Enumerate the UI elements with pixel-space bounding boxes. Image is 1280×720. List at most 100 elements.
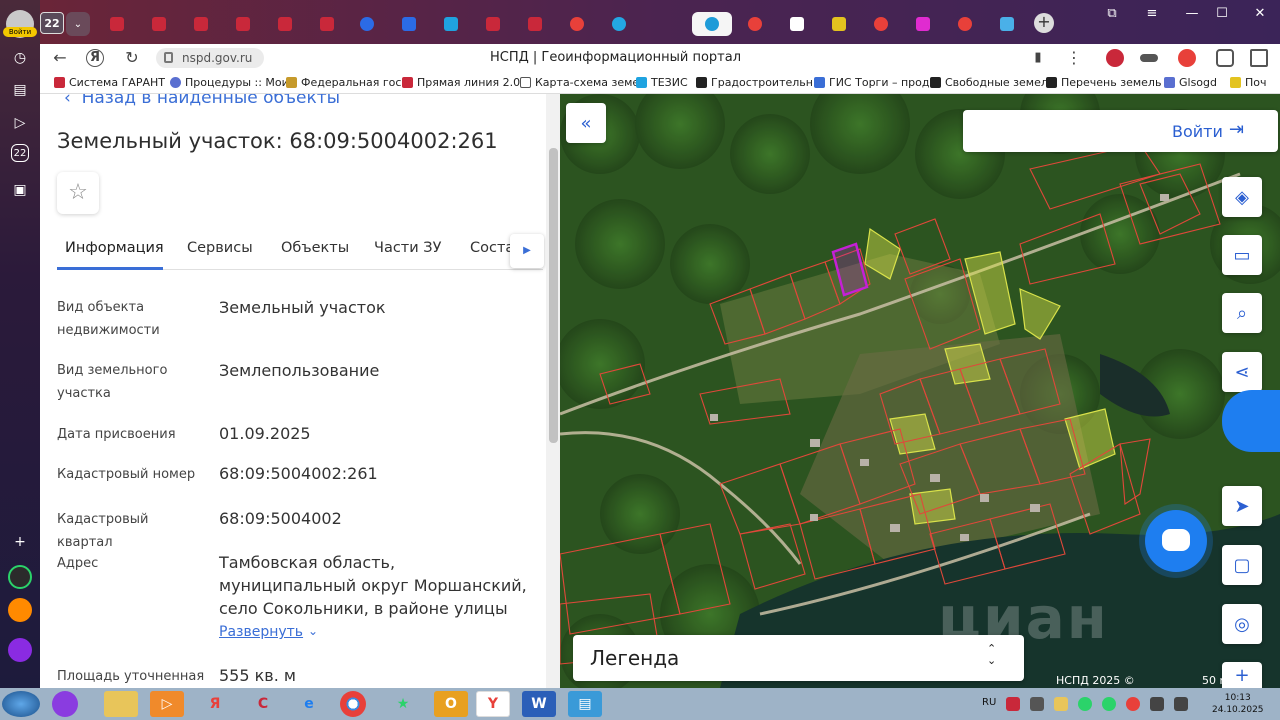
tab-map-1[interactable]: [604, 12, 634, 36]
tab-gov-2[interactable]: [144, 12, 174, 36]
taskbar-media-icon[interactable]: ▷: [150, 691, 184, 717]
tray-icon-1[interactable]: [1006, 697, 1020, 711]
tab-tezis[interactable]: [436, 12, 466, 36]
tray-icon-4[interactable]: [1078, 697, 1092, 711]
tray-icon-3[interactable]: [1054, 697, 1068, 711]
geolocation-icon[interactable]: ◎: [1222, 604, 1262, 644]
layers-icon[interactable]: ◈: [1222, 177, 1262, 217]
tab-count-badge[interactable]: 22: [40, 12, 64, 34]
tab-gov-3[interactable]: [186, 12, 216, 36]
tray-icon-2[interactable]: [1030, 697, 1044, 711]
bookmarks-window-icon[interactable]: ⧉: [1100, 6, 1124, 21]
yandex-logo-icon[interactable]: Я: [86, 49, 104, 67]
taskbar-app-doc-icon[interactable]: ▤: [568, 691, 602, 717]
play-icon[interactable]: ▷: [8, 111, 32, 135]
tab-gov-7[interactable]: [478, 12, 508, 36]
tab-composition[interactable]: Соста: [470, 240, 514, 256]
download-icon[interactable]: [1250, 49, 1268, 67]
expand-address-link[interactable]: Развернуть: [219, 624, 303, 640]
bookmark-item[interactable]: Glsogd: [1164, 76, 1217, 89]
bookmark-icon[interactable]: ▮: [1028, 48, 1048, 68]
bookmark-item[interactable]: Система ГАРАНТ: [54, 76, 165, 89]
tab-yandex-3[interactable]: [866, 12, 896, 36]
tab-gov-4[interactable]: [228, 12, 258, 36]
taskbar-explorer-icon[interactable]: [104, 691, 138, 717]
panel-scrollbar-thumb[interactable]: [549, 148, 558, 443]
bookmark-item[interactable]: Федеральная гос: [286, 76, 401, 89]
collapse-panel-icon[interactable]: «: [566, 103, 606, 143]
tab-nspd-active[interactable]: [692, 12, 732, 36]
tab-list-chevron-icon[interactable]: ⌄: [66, 12, 90, 36]
map-tool-tab[interactable]: [1222, 390, 1280, 452]
tab-parts[interactable]: Части ЗУ: [374, 240, 441, 256]
extension-1-icon[interactable]: [1106, 49, 1124, 67]
login-button[interactable]: Войти ⇥: [963, 110, 1278, 152]
search-area-icon[interactable]: ⌕: [1222, 293, 1262, 333]
new-tab-button[interactable]: +: [1034, 13, 1054, 33]
extension-2-icon[interactable]: [1140, 54, 1158, 62]
add-panel-icon[interactable]: +: [8, 530, 32, 554]
bookmark-item[interactable]: Перечень земель: [1046, 76, 1161, 89]
taskbar-yandex-browser-icon[interactable]: Y: [476, 691, 510, 717]
bookmark-item[interactable]: Карта-схема земе: [520, 76, 638, 89]
start-button[interactable]: [2, 691, 40, 717]
taskbar-word-icon[interactable]: W: [522, 691, 556, 717]
history-icon[interactable]: ◷: [8, 46, 32, 70]
bookmark-item[interactable]: Прямая линия 2.0: [402, 76, 520, 89]
tab-gradplan[interactable]: [782, 12, 812, 36]
bookmark-item[interactable]: Градостроительн: [696, 76, 813, 89]
language-indicator[interactable]: RU: [982, 697, 996, 708]
bookmark-item[interactable]: Свободные земел: [930, 76, 1048, 89]
favorite-star-icon[interactable]: ☆: [57, 172, 99, 214]
taskbar-outlook-icon[interactable]: O: [434, 691, 468, 717]
taskbar-app-c-icon[interactable]: C: [246, 691, 280, 717]
extensions-puzzle-icon[interactable]: [1216, 49, 1234, 67]
tab-gov-1[interactable]: [102, 12, 132, 36]
network-icon[interactable]: [1150, 697, 1164, 711]
alice-icon[interactable]: [8, 638, 32, 662]
back-to-results-link[interactable]: ‹ Назад в найденные объекты: [64, 94, 340, 108]
ruler-icon[interactable]: ▭: [1222, 235, 1262, 275]
tab-mail-1[interactable]: [352, 12, 382, 36]
tabs-scroll-right-icon[interactable]: ▶: [510, 234, 544, 268]
taskbar-app-star-icon[interactable]: ★: [386, 691, 420, 717]
system-clock[interactable]: 10:13 24.10.2025: [1212, 692, 1264, 716]
bookmark-item[interactable]: Процедуры :: Мои: [170, 76, 288, 89]
menu-icon[interactable]: ≡: [1140, 6, 1164, 21]
close-window-icon[interactable]: ✕: [1248, 6, 1272, 21]
tab-home[interactable]: [992, 12, 1022, 36]
tab-atlas[interactable]: [824, 12, 854, 36]
app-icon-green[interactable]: [8, 565, 32, 589]
minimize-icon[interactable]: —: [1180, 6, 1204, 21]
tray-icon-6[interactable]: [1126, 697, 1140, 711]
print-icon[interactable]: ▢: [1222, 545, 1262, 585]
volume-icon[interactable]: [1174, 697, 1188, 711]
tab-objects[interactable]: Объекты: [281, 240, 349, 256]
tab-yandex-1[interactable]: [562, 12, 592, 36]
tab-mail-2[interactable]: [394, 12, 424, 36]
tab-gov-5[interactable]: [270, 12, 300, 36]
reload-icon[interactable]: ↻: [122, 48, 142, 68]
tab-yandex-4[interactable]: [950, 12, 980, 36]
share-icon[interactable]: ⋖: [1222, 352, 1262, 392]
tray-icon-5[interactable]: [1102, 697, 1116, 711]
map-view[interactable]: циан « Войти ⇥ ◈ ▭ ⌕ ⋖ ➤ ▢ ◎ + Легенда ⌃…: [560, 94, 1280, 688]
tab-gov-6[interactable]: [312, 12, 342, 36]
collections-icon[interactable]: ▤: [8, 78, 32, 102]
calendar-icon[interactable]: 22: [11, 144, 29, 162]
tab-services[interactable]: Сервисы: [187, 240, 253, 256]
app-icon-orange[interactable]: [8, 598, 32, 622]
tab-information[interactable]: Информация: [65, 240, 164, 256]
bookmark-item[interactable]: ТЕЗИС: [636, 76, 688, 89]
taskbar-chrome-icon[interactable]: [340, 691, 366, 717]
back-arrow-icon[interactable]: ←: [50, 48, 70, 68]
navigate-icon[interactable]: ➤: [1222, 486, 1262, 526]
taskbar-alice-icon[interactable]: [52, 691, 78, 717]
bookmark-item[interactable]: ГИС Торги – прод: [814, 76, 929, 89]
tab-video[interactable]: [908, 12, 938, 36]
tab-gov-8[interactable]: [520, 12, 550, 36]
taskbar-ie-icon[interactable]: e: [292, 691, 326, 717]
extension-3-icon[interactable]: [1178, 49, 1196, 67]
maximize-icon[interactable]: ☐: [1210, 6, 1234, 21]
profile-login-label[interactable]: Войти: [3, 27, 37, 37]
